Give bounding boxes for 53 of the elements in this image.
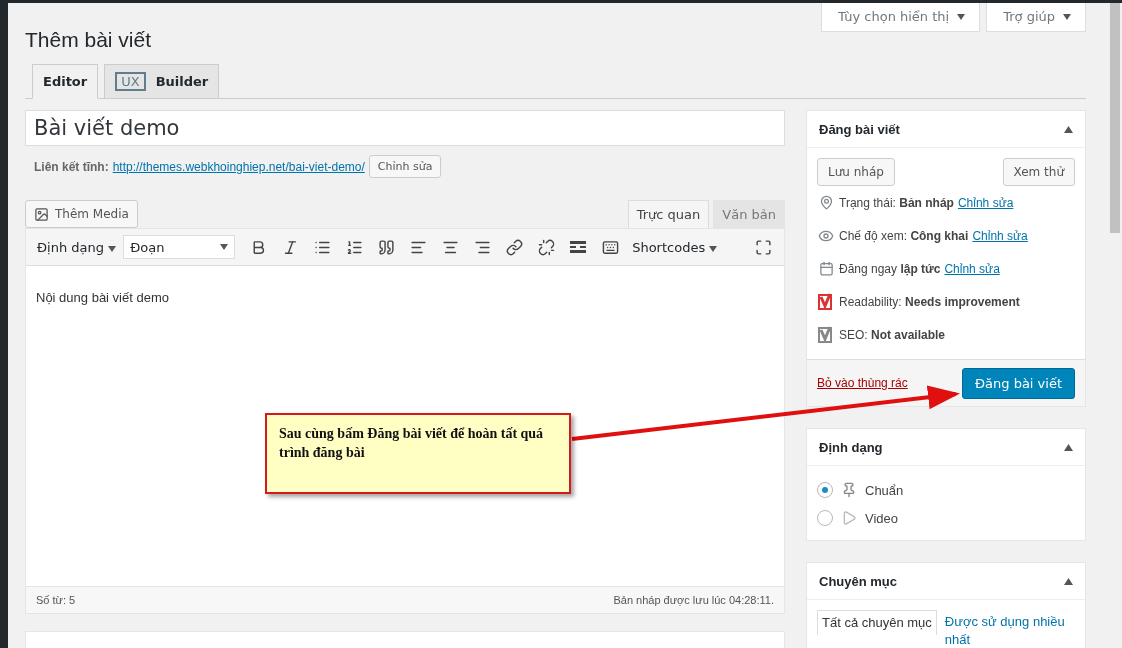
editor-mode-tab[interactable]: UX Builder: [104, 64, 220, 99]
header-dropdown-button[interactable]: Tùy chọn hiển thị: [821, 3, 981, 32]
permalink-label: Liên kết tĩnh:: [34, 159, 109, 174]
draft-saved-text: Bản nháp được lưu lúc 04:28:11.: [613, 594, 774, 606]
format-label: Chuẩn: [865, 482, 904, 498]
calendar-icon: [818, 261, 834, 276]
collapse-icon[interactable]: [1064, 125, 1073, 133]
panel-title: Đăng bài viết: [819, 121, 900, 137]
panel-title: Định dạng: [819, 439, 883, 455]
paragraph-select[interactable]: Đoạn: [123, 235, 236, 259]
video-icon: [841, 510, 857, 526]
trash-link[interactable]: Bỏ vào thùng rác: [817, 376, 908, 390]
shortcodes-menu[interactable]: Shortcodes: [627, 233, 723, 261]
post-title-field[interactable]: Bài viết demo: [25, 110, 785, 146]
publish-meta-text: Readability: Needs improvement: [839, 294, 1020, 309]
pushpin-icon: [841, 482, 857, 498]
page-title: Thêm bài viết: [25, 28, 153, 52]
edit-link[interactable]: Chỉnh sửa: [944, 261, 1000, 276]
media-icon: [34, 206, 49, 222]
caret-icon: [709, 245, 718, 252]
callout-note: Sau cùng bấm Đăng bài viết để hoàn tất quá trình đăng bài: [265, 413, 571, 494]
publish-meta-text: Đăng ngay lập tức: [839, 261, 941, 276]
post-content: Nội dung bài viết demo: [36, 290, 169, 305]
collapse-icon[interactable]: [1064, 443, 1073, 451]
edit-link[interactable]: Chỉnh sửa: [972, 228, 1028, 243]
collapse-icon[interactable]: [1064, 577, 1073, 585]
format-label: Video: [865, 510, 898, 526]
edit-permalink-button[interactable]: Chỉnh sửa: [368, 155, 442, 178]
permalink-link[interactable]: http://themes.webkhoinghiep.net/bai-viet-demo/: [112, 159, 365, 174]
add-media-button[interactable]: Thêm Media: [25, 200, 138, 228]
visual-text-tab[interactable]: Trực quan: [627, 200, 710, 228]
pin-icon: [818, 195, 834, 210]
category-tab[interactable]: Được sử dụng nhiều nhất: [940, 610, 1075, 648]
caret-icon: [108, 245, 117, 252]
publish-meta-text: Chế độ xem: Công khai: [839, 228, 969, 243]
editor-mode-tab[interactable]: Editor: [32, 64, 99, 99]
category-tab[interactable]: Tất cả chuyên mục: [817, 610, 937, 635]
publish-button[interactable]: Đăng bài viết: [961, 367, 1075, 399]
word-count: Số từ: 5: [36, 594, 76, 606]
publish-meta-text: Trạng thái: Bản nháp: [839, 195, 954, 210]
header-dropdown-button[interactable]: Trợ giúp: [986, 3, 1086, 32]
panel-title: Chuyên mục: [819, 573, 897, 589]
edit-link[interactable]: Chỉnh sửa: [957, 195, 1014, 210]
save-draft-button[interactable]: Lưu nháp: [817, 158, 895, 186]
caret-icon: [957, 13, 966, 20]
visual-text-tab[interactable]: Văn bản: [713, 200, 785, 228]
caret-icon: [1063, 13, 1071, 20]
scrollbar-thumb[interactable]: [1110, 3, 1120, 233]
preview-button[interactable]: Xem thử: [1002, 158, 1075, 186]
publish-meta-text: SEO: Not available: [839, 327, 946, 342]
ux-badge: UX: [115, 72, 146, 91]
format-menu[interactable]: Định dạng: [32, 233, 122, 261]
caret-icon: [220, 244, 229, 250]
